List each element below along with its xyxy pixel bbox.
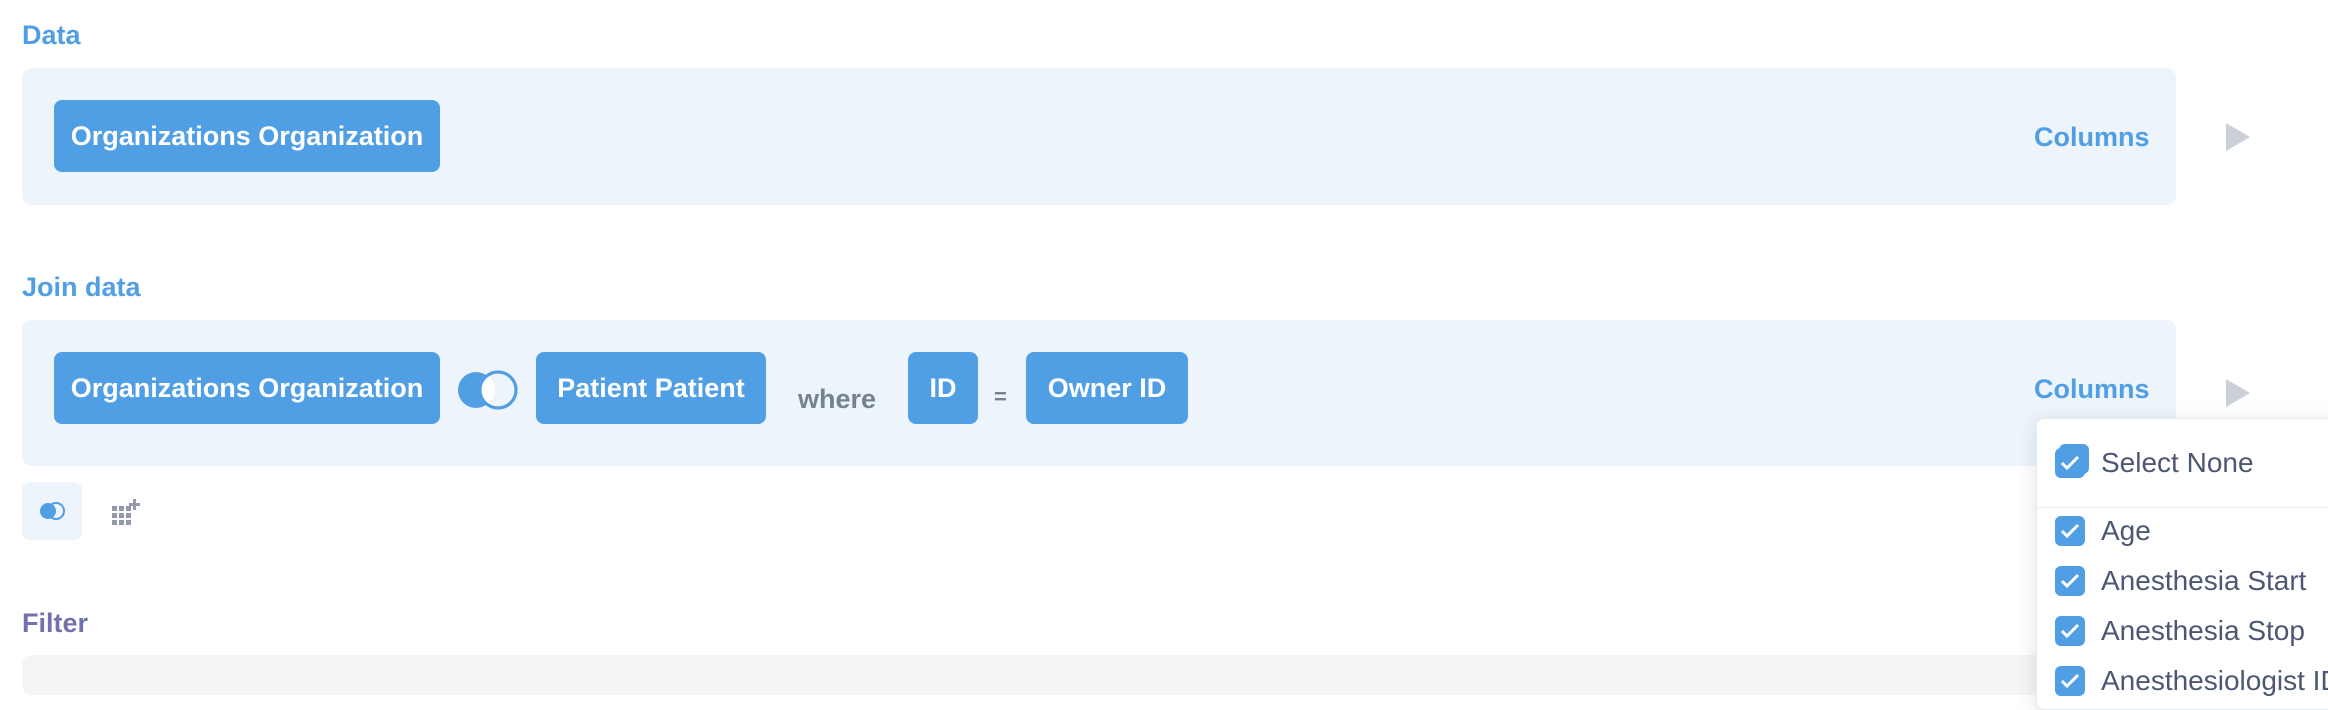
- join-columns-link[interactable]: Columns: [2034, 374, 2150, 405]
- column-option-label: Age: [2101, 515, 2151, 546]
- join-step-panel: Organizations Organization Patient Patie…: [22, 320, 2176, 466]
- data-section-label: Data: [22, 20, 81, 50]
- join-where-label: where: [798, 384, 877, 414]
- column-option-label: Anesthesia Start: [2101, 565, 2307, 596]
- check-icon: [2060, 523, 2080, 539]
- check-icon: [2060, 455, 2080, 471]
- column-option-label: Anesthesia Stop: [2101, 615, 2305, 646]
- filter-section-label: Filter: [22, 608, 89, 638]
- select-none-label: Select None: [2101, 447, 2254, 478]
- join-left-table-pill[interactable]: Organizations Organization: [54, 352, 440, 424]
- preview-play-icon[interactable]: [2224, 122, 2252, 152]
- join-operator: =: [994, 384, 1007, 409]
- grid-plus-icon: [112, 499, 140, 525]
- popover-divider: [2037, 507, 2328, 508]
- checkbox[interactable]: [2055, 616, 2085, 646]
- column-option[interactable]: Anesthesia Stop: [2055, 611, 2305, 651]
- join-right-table-pill[interactable]: Patient Patient: [536, 352, 766, 424]
- left-join-icon[interactable]: [454, 370, 520, 410]
- column-option-label: Anesthesiologist ID: [2101, 665, 2328, 696]
- source-table-pill[interactable]: Organizations Organization: [54, 100, 440, 172]
- join-section-label: Join data: [22, 272, 141, 302]
- checkbox[interactable]: [2055, 448, 2085, 478]
- add-custom-column-button[interactable]: [108, 496, 142, 528]
- join-preview-play-icon[interactable]: [2224, 378, 2252, 408]
- checkbox[interactable]: [2055, 516, 2085, 546]
- select-none-toggle[interactable]: Select None: [2055, 443, 2254, 483]
- join-right-key-pill[interactable]: Owner ID: [1026, 352, 1188, 424]
- join-left-key-pill[interactable]: ID: [908, 352, 978, 424]
- check-icon: [2060, 673, 2080, 689]
- column-picker-popover: Select None Age Anesthesia Start Anesthe…: [2036, 418, 2328, 710]
- column-option[interactable]: Anesthesiologist ID: [2055, 661, 2328, 701]
- check-icon: [2060, 623, 2080, 639]
- checkbox[interactable]: [2055, 566, 2085, 596]
- column-option[interactable]: Anesthesia Start: [2055, 561, 2306, 601]
- data-columns-link[interactable]: Columns: [2034, 122, 2150, 153]
- column-option[interactable]: Age: [2055, 511, 2151, 551]
- check-icon: [2060, 573, 2080, 589]
- add-join-button[interactable]: [22, 482, 82, 540]
- join-icon: [40, 502, 65, 520]
- checkbox[interactable]: [2055, 666, 2085, 696]
- data-step-panel: Organizations Organization Columns: [22, 68, 2176, 205]
- filter-step-panel[interactable]: [22, 655, 2176, 695]
